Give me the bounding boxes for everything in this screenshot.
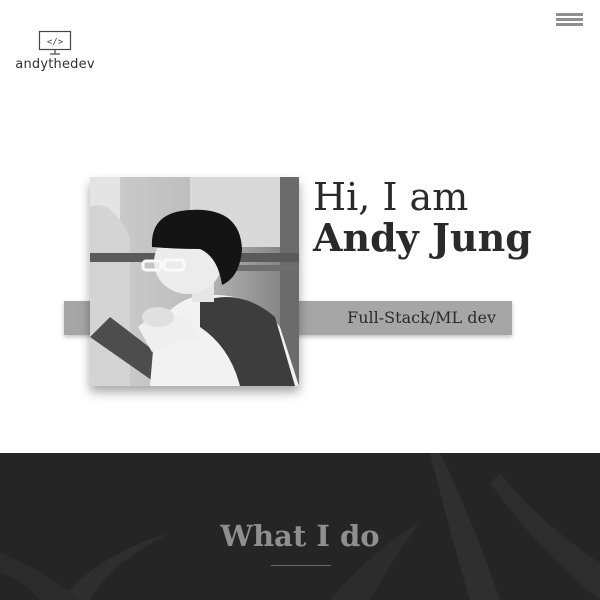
hero-name: Andy Jung bbox=[313, 215, 532, 260]
page: </> andythedev Full-Stack/ML dev Hi, I a… bbox=[0, 0, 600, 600]
portrait-illustration bbox=[90, 177, 299, 386]
hero-greeting: Hi, I am bbox=[313, 175, 469, 219]
portrait-photo bbox=[90, 177, 299, 386]
hamburger-menu-icon[interactable] bbox=[556, 13, 583, 27]
hero-role: Full-Stack/ML dev bbox=[347, 308, 496, 327]
hamburger-bar bbox=[556, 23, 583, 26]
logo-text: andythedev bbox=[15, 57, 95, 72]
section-title: What I do bbox=[220, 519, 380, 553]
hamburger-bar bbox=[556, 13, 583, 16]
section-divider bbox=[271, 565, 331, 566]
what-i-do-section: What I do bbox=[0, 453, 600, 600]
hamburger-bar bbox=[556, 18, 583, 21]
monitor-code-icon: </> bbox=[38, 30, 72, 55]
logo-glyph: </> bbox=[47, 38, 64, 48]
site-logo[interactable]: </> andythedev bbox=[14, 30, 96, 72]
